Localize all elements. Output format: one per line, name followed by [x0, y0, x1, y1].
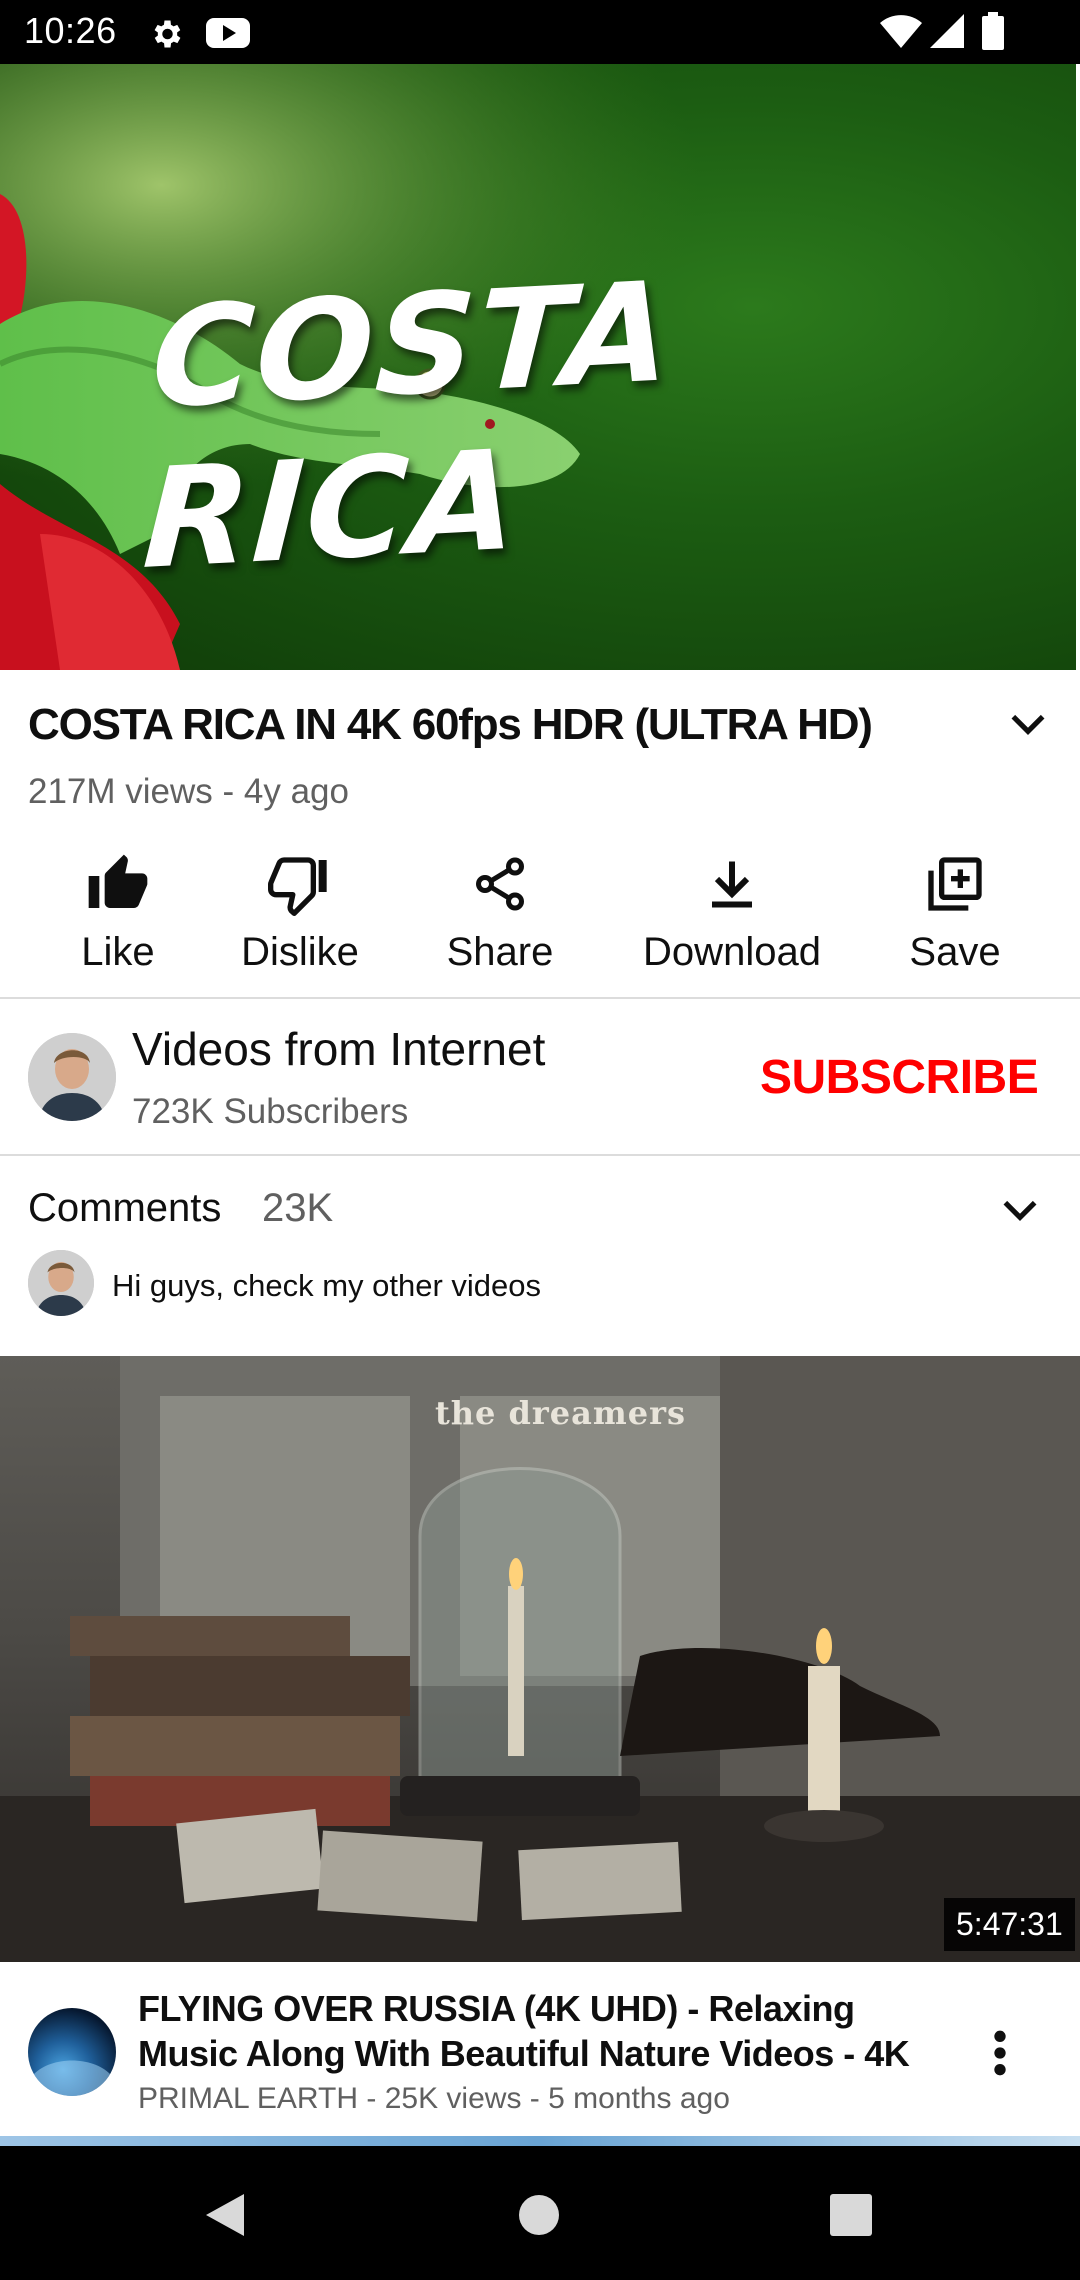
dislike-label: Dislike: [241, 930, 359, 974]
person-avatar-image: [28, 1250, 94, 1316]
share-icon: [476, 857, 524, 911]
channel-avatar[interactable]: [28, 1033, 116, 1121]
comments-label: Comments: [28, 1186, 222, 1230]
recents-icon[interactable]: [830, 2194, 872, 2236]
still-life-thumbnail-image: [0, 1356, 1080, 1962]
player-overlay-text: COSTA RICA: [139, 251, 677, 601]
status-bar: 10:26: [0, 0, 1080, 64]
add-to-playlist-icon: [928, 857, 982, 911]
save-label: Save: [909, 930, 1001, 974]
gear-icon: [154, 20, 181, 48]
wifi-icon: [880, 15, 922, 48]
download-button[interactable]: Download: [620, 848, 844, 975]
expand-comments-chevron-icon[interactable]: [998, 1188, 1042, 1232]
like-button[interactable]: Like: [18, 848, 218, 975]
share-button[interactable]: Share: [400, 848, 600, 975]
video-player[interactable]: COSTA RICA: [0, 64, 1076, 670]
next-video-channel-avatar[interactable]: [28, 2008, 116, 2096]
channel-subscribers: 723K Subscribers: [132, 1092, 409, 1131]
dislike-button[interactable]: Dislike: [200, 848, 400, 975]
channel-name[interactable]: Videos from Internet: [132, 1022, 545, 1076]
thumb-down-icon: [268, 857, 327, 916]
comments-count: 23K: [262, 1186, 334, 1230]
subscribe-button[interactable]: SUBSCRIBE: [760, 1050, 1039, 1105]
video-meta: 217M views - 4y ago: [28, 772, 349, 811]
next-video-meta: PRIMAL EARTH - 25K views - 5 months ago: [138, 2082, 730, 2115]
top-comment-text: Hi guys, check my other videos: [112, 1268, 542, 1303]
save-button[interactable]: Save: [855, 848, 1055, 975]
earth-avatar-image: [34, 2060, 110, 2096]
thumb-up-icon: [88, 854, 148, 908]
action-bar: Like Dislike Share Download Save: [0, 848, 1080, 998]
back-icon[interactable]: [204, 2192, 246, 2238]
more-options-icon[interactable]: [980, 2028, 1020, 2078]
status-time: 10:26: [24, 10, 117, 51]
system-navigation-bar: [0, 2146, 1080, 2280]
divider: [0, 997, 1080, 999]
download-label: Download: [643, 930, 821, 974]
signal-icon: [930, 14, 964, 48]
download-icon: [712, 861, 752, 908]
comment-author-avatar: [28, 1250, 94, 1316]
like-label: Like: [81, 930, 155, 974]
youtube-icon: [206, 18, 250, 48]
next-video-thumbnail[interactable]: the dreamers: [0, 1356, 1080, 1962]
person-avatar-image: [28, 1033, 116, 1121]
battery-icon: [982, 12, 1004, 50]
share-label: Share: [446, 930, 554, 974]
video-title[interactable]: COSTA RICA IN 4K 60fps HDR (ULTRA HD): [28, 700, 908, 750]
next-thumbnail-peek: [0, 2136, 1080, 2146]
thumbnail-caption: the dreamers: [435, 1394, 686, 1432]
duration-badge: 5:47:31: [944, 1898, 1075, 1951]
expand-description-chevron-icon[interactable]: [1006, 702, 1050, 746]
home-icon[interactable]: [518, 2194, 560, 2236]
next-video-title[interactable]: FLYING OVER RUSSIA (4K UHD) - Relaxing M…: [138, 1986, 938, 2076]
